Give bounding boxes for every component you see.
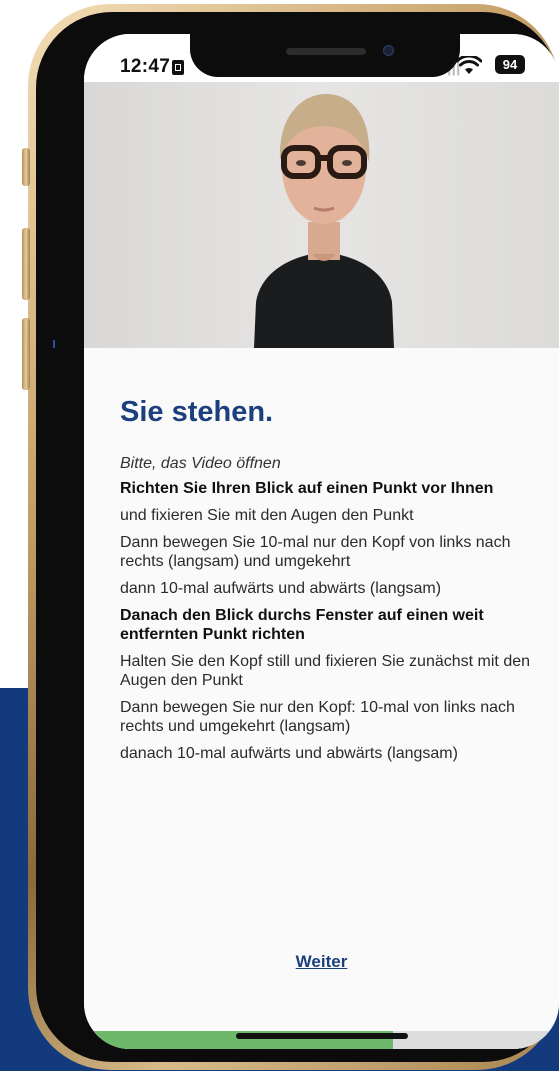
instructions-panel: Sie stehen. Bitte, das Video öffnen Rich… — [84, 348, 559, 1049]
next-link[interactable]: Weiter — [84, 952, 559, 972]
phone-screen: 12:47 ||| 94 Sie stehen. Bitte, das Vide… — [84, 34, 559, 1049]
notch — [190, 34, 460, 77]
front-camera — [383, 45, 394, 56]
sim-card-icon — [172, 60, 184, 75]
volume-up-button — [22, 228, 30, 300]
instruction-line: Dann bewegen Sie 10-mal nur den Kopf von… — [120, 534, 511, 570]
volume-down-button — [22, 318, 30, 390]
instruction-line: dann 10-mal aufwärts und abwärts (langsa… — [120, 580, 442, 597]
video-thumbnail-person — [254, 94, 394, 348]
page-title: Sie stehen. — [120, 396, 274, 428]
mute-switch — [22, 148, 30, 186]
video-player[interactable] — [84, 82, 559, 348]
battery-indicator: 94 — [495, 55, 525, 74]
instruction-line: Dann bewegen Sie nur den Kopf: 10-mal vo… — [120, 699, 515, 735]
link-mark — [53, 340, 55, 348]
instruction-heading-1: Richten Sie Ihren Blick auf einen Punkt … — [120, 480, 494, 497]
home-indicator[interactable] — [236, 1033, 408, 1039]
instruction-line: und fixieren Sie mit den Augen den Punkt — [120, 507, 414, 524]
earpiece-speaker — [286, 48, 366, 55]
wifi-icon — [456, 56, 482, 74]
instruction-line: danach 10-mal aufwärts und abwärts (lang… — [120, 745, 458, 762]
status-time: 12:47 — [120, 56, 171, 77]
video-hint: Bitte, das Video öffnen — [120, 455, 281, 472]
instructions-text: Bitte, das Video öffnen Richten Sie Ihre… — [120, 454, 530, 771]
instruction-heading-2: Danach den Blick durchs Fenster auf eine… — [120, 607, 484, 643]
instruction-line: Halten Sie den Kopf still und fixieren S… — [120, 653, 531, 689]
